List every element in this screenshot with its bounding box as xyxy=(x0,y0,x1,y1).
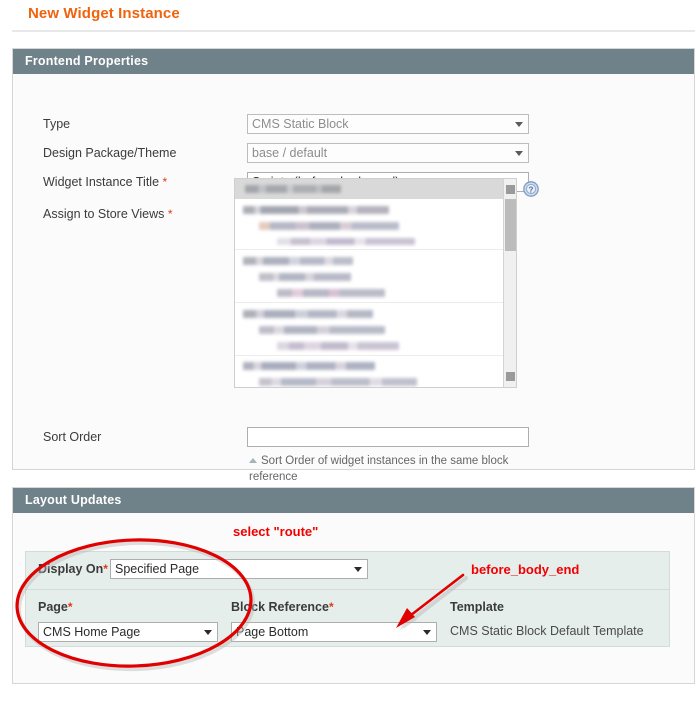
label-assign-to-store-views: Assign to Store Views * xyxy=(43,204,173,224)
store-group-row[interactable] xyxy=(235,304,505,356)
store-row-redacted xyxy=(259,326,385,334)
store-row-redacted xyxy=(277,342,399,350)
annotation-before-body-end: before_body_end xyxy=(471,562,580,577)
store-row-redacted xyxy=(243,206,389,214)
type-select-value: CMS Static Block xyxy=(252,117,349,131)
page-title: New Widget Instance xyxy=(28,5,180,22)
page-select-wrap: CMS Home Page xyxy=(38,622,218,642)
field-row-design: Design Package/Theme base / default xyxy=(13,143,694,169)
label-sort-order: Sort Order xyxy=(43,430,102,444)
store-row-redacted xyxy=(259,273,351,281)
triangle-bullet-icon xyxy=(249,458,257,463)
required-marker: * xyxy=(328,600,334,614)
display-on-select-wrap: Specified Page xyxy=(110,559,368,579)
label-block-reference: Block Reference* xyxy=(231,600,334,614)
label-type: Type xyxy=(43,117,71,131)
required-marker: * xyxy=(67,600,73,614)
display-on-value: Specified Page xyxy=(115,562,200,576)
label-template: Template xyxy=(450,600,504,614)
field-row-sort-order: Sort Order xyxy=(13,427,694,453)
design-select-wrap: base / default xyxy=(247,143,529,163)
field-row-type: Type CMS Static Block xyxy=(13,114,694,140)
store-row-redacted xyxy=(243,362,375,370)
svg-text:?: ? xyxy=(529,185,534,194)
store-group-row[interactable] xyxy=(235,200,505,250)
store-row-redacted xyxy=(259,378,417,386)
title-divider xyxy=(12,30,695,32)
store-group-row[interactable] xyxy=(235,357,505,387)
sort-order-note-text: Sort Order of widget instances in the sa… xyxy=(249,455,509,483)
block-reference-select-wrap: Page Bottom xyxy=(231,622,437,642)
chevron-down-icon xyxy=(515,122,523,127)
label-block-reference-text: Block Reference xyxy=(231,600,329,614)
layout-group-divider xyxy=(26,589,669,590)
label-design-package-theme: Design Package/Theme xyxy=(43,146,177,160)
frontend-properties-header: Frontend Properties xyxy=(13,49,694,74)
label-display-on: Display On* xyxy=(38,562,108,576)
scroll-down-button[interactable] xyxy=(506,372,515,381)
required-marker: * xyxy=(103,562,108,576)
layout-updates-panel: Layout Updates Display On* Specified Pag… xyxy=(12,487,695,684)
design-select-value: base / default xyxy=(252,146,328,160)
chevron-down-icon xyxy=(423,630,431,635)
chevron-down-icon xyxy=(515,151,523,156)
label-widget-instance-title: Widget Instance Title * xyxy=(43,172,167,192)
annotation-select-route: select "route" xyxy=(233,524,319,539)
label-widget-instance-title-text: Widget Instance Title xyxy=(43,175,160,189)
assign-to-store-views-list[interactable] xyxy=(234,178,517,388)
store-views-header-redacted xyxy=(245,185,341,193)
block-reference-value: Page Bottom xyxy=(236,625,309,639)
label-display-on-text: Display On xyxy=(38,562,104,576)
required-marker: * xyxy=(167,207,173,221)
store-row-redacted xyxy=(259,222,399,230)
label-assign-to-store-views-text: Assign to Store Views xyxy=(43,207,165,221)
display-on-select[interactable]: Specified Page xyxy=(110,559,368,579)
scroll-up-button[interactable] xyxy=(506,185,515,194)
store-views-scrollbar[interactable] xyxy=(503,179,516,387)
type-select[interactable]: CMS Static Block xyxy=(247,114,529,134)
store-row-redacted xyxy=(243,257,353,265)
sort-order-input[interactable] xyxy=(247,427,529,447)
chevron-down-icon xyxy=(354,567,362,572)
layout-updates-header: Layout Updates xyxy=(13,488,694,513)
design-package-theme-select[interactable]: base / default xyxy=(247,143,529,163)
layout-updates-body: Display On* Specified Page Page* CMS Hom… xyxy=(13,513,694,683)
store-row-redacted xyxy=(243,310,373,318)
required-marker: * xyxy=(162,175,168,189)
block-reference-select[interactable]: Page Bottom xyxy=(231,622,437,642)
store-row-redacted xyxy=(277,289,385,297)
template-value: CMS Static Block Default Template xyxy=(450,624,644,638)
page-select[interactable]: CMS Home Page xyxy=(38,622,218,642)
store-row-redacted xyxy=(277,238,415,245)
help-question-icon[interactable]: ? xyxy=(523,181,539,197)
sort-order-input-wrap xyxy=(247,427,529,447)
store-views-header-row[interactable] xyxy=(235,179,516,199)
sort-order-note: Sort Order of widget instances in the sa… xyxy=(249,453,509,485)
type-select-wrap: CMS Static Block xyxy=(247,114,529,134)
label-page: Page* xyxy=(38,600,73,614)
chevron-down-icon xyxy=(204,630,212,635)
store-group-row[interactable] xyxy=(235,251,505,303)
scrollbar-thumb[interactable] xyxy=(505,199,516,251)
page-value: CMS Home Page xyxy=(43,625,141,639)
label-page-text: Page xyxy=(38,600,68,614)
widget-instance-page: New Widget Instance Frontend Properties … xyxy=(0,0,695,710)
